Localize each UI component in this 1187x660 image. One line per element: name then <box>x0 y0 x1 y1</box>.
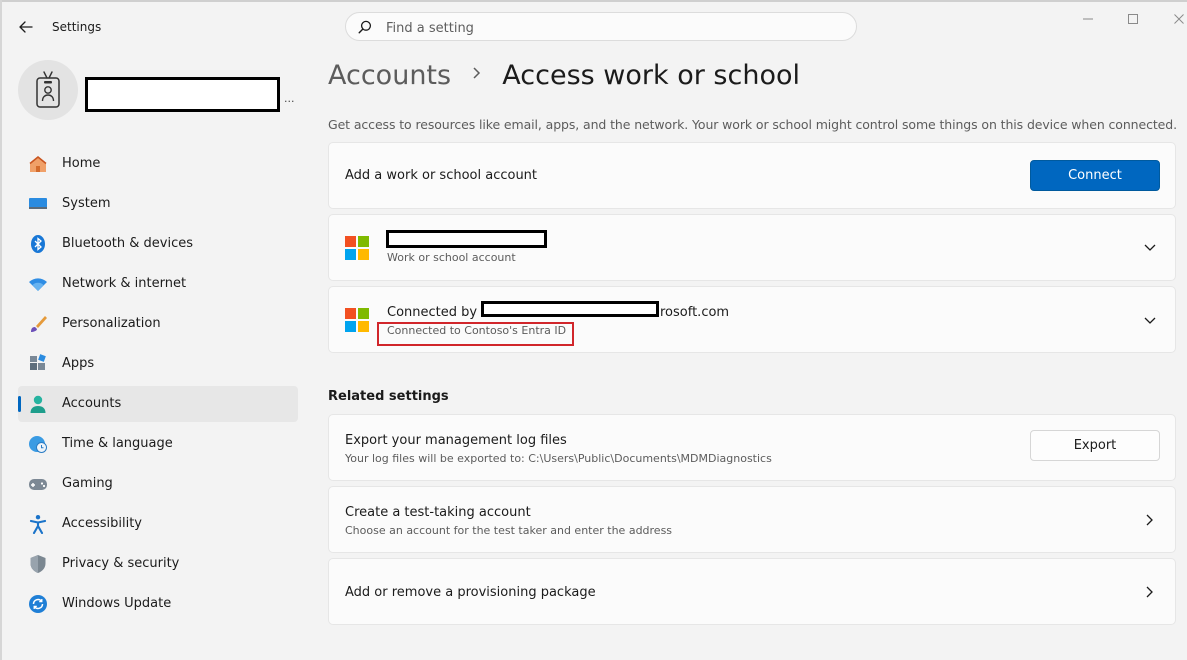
minimize-button[interactable] <box>1073 8 1103 30</box>
microsoft-logo-icon <box>345 308 369 332</box>
chevron-down-icon[interactable] <box>1143 241 1157 255</box>
title-bar: Settings <box>0 0 1187 52</box>
bluetooth-icon <box>28 234 48 254</box>
add-account-label: Add a work or school account <box>345 168 538 183</box>
export-button[interactable]: Export <box>1030 430 1160 461</box>
sidebar-item-home[interactable]: Home <box>18 146 298 182</box>
connect-button[interactable]: Connect <box>1030 160 1160 191</box>
globe-clock-icon <box>28 434 48 454</box>
sidebar-item-label: Personalization <box>62 316 161 331</box>
sidebar-item-label: Home <box>62 156 101 171</box>
sidebar-item-system[interactable]: System <box>18 186 298 222</box>
chevron-right-icon <box>472 64 482 85</box>
sidebar-item-windows-update[interactable]: Windows Update <box>18 586 298 622</box>
page-title: Access work or school <box>502 60 800 91</box>
redacted-user-name <box>85 77 280 112</box>
page-description: Get access to resources like email, apps… <box>328 117 1177 132</box>
export-logs-card: Export your management log files Your lo… <box>328 414 1176 481</box>
test-account-title: Create a test-taking account <box>345 505 531 520</box>
account-subtitle: Work or school account <box>387 251 516 264</box>
apps-icon <box>28 354 48 374</box>
sidebar-item-label: Bluetooth & devices <box>62 236 193 251</box>
search-icon <box>358 20 372 34</box>
account-title-suffix: rosoft.com <box>660 305 730 320</box>
id-badge-icon <box>36 71 60 108</box>
sidebar-nav: Home System Bluetooth & devices Network … <box>18 146 298 626</box>
sidebar-item-accessibility[interactable]: Accessibility <box>18 506 298 542</box>
account-card[interactable]: Work or school account <box>328 214 1176 281</box>
breadcrumb-parent[interactable]: Accounts <box>328 60 451 91</box>
back-button[interactable] <box>14 16 38 38</box>
sidebar-item-label: Accounts <box>62 396 122 411</box>
sidebar-item-personalization[interactable]: Personalization <box>18 306 298 342</box>
sidebar-item-network[interactable]: Network & internet <box>18 266 298 302</box>
back-arrow-icon <box>19 21 33 33</box>
system-icon <box>28 194 48 214</box>
sidebar-item-accounts[interactable]: Accounts <box>18 386 298 422</box>
highlight-annotation-box <box>377 322 574 346</box>
chevron-right-icon[interactable] <box>1143 513 1157 527</box>
sidebar-item-apps[interactable]: Apps <box>18 346 298 382</box>
user-name-ellipsis: ... <box>284 92 295 105</box>
sidebar-item-label: Network & internet <box>62 276 187 291</box>
sidebar-item-label: Windows Update <box>62 596 172 611</box>
sidebar-item-label: System <box>62 196 111 211</box>
close-button[interactable] <box>1164 8 1187 30</box>
home-icon <box>28 154 48 174</box>
sidebar-item-label: Time & language <box>62 436 173 451</box>
redacted-account-name <box>386 230 547 248</box>
sidebar-item-label: Accessibility <box>62 516 142 531</box>
update-icon <box>28 594 48 614</box>
shield-icon <box>28 554 48 574</box>
accounts-icon <box>28 394 48 414</box>
sidebar-item-time-language[interactable]: Time & language <box>18 426 298 462</box>
sidebar-item-label: Gaming <box>62 476 113 491</box>
search-input[interactable] <box>384 16 828 40</box>
redacted-account-email <box>481 301 659 317</box>
microsoft-logo-icon <box>345 236 369 260</box>
app-title: Settings <box>52 20 102 34</box>
provisioning-card[interactable]: Add or remove a provisioning package <box>328 558 1176 625</box>
maximize-button[interactable] <box>1118 8 1148 30</box>
export-logs-title: Export your management log files <box>345 433 567 448</box>
sidebar-item-label: Apps <box>62 356 95 371</box>
avatar[interactable] <box>18 60 78 120</box>
sidebar-item-bluetooth[interactable]: Bluetooth & devices <box>18 226 298 262</box>
gamepad-icon <box>28 474 48 494</box>
sidebar-item-label: Privacy & security <box>62 556 180 571</box>
breadcrumb: Accounts Access work or school <box>328 60 800 91</box>
close-icon <box>1174 14 1184 24</box>
chevron-down-icon[interactable] <box>1143 314 1157 328</box>
add-account-card: Add a work or school account Connect <box>328 142 1176 209</box>
minimize-icon <box>1083 18 1093 20</box>
test-account-card[interactable]: Create a test-taking account Choose an a… <box>328 486 1176 553</box>
sidebar-item-privacy[interactable]: Privacy & security <box>18 546 298 582</box>
test-account-subtitle: Choose an account for the test taker and… <box>345 524 673 537</box>
search-box[interactable] <box>345 12 857 41</box>
account-card[interactable]: Connected by L rosoft.com Connected to C… <box>328 286 1176 353</box>
sidebar-item-gaming[interactable]: Gaming <box>18 466 298 502</box>
accessibility-icon <box>28 514 48 534</box>
chevron-right-icon[interactable] <box>1143 585 1157 599</box>
brush-icon <box>28 314 48 334</box>
account-title-prefix: Connected by L <box>387 305 489 320</box>
window-left-border <box>0 0 2 660</box>
export-logs-subtitle: Your log files will be exported to: C:\U… <box>345 452 772 465</box>
wifi-icon <box>28 274 48 294</box>
maximize-icon <box>1128 14 1138 24</box>
related-settings-heading: Related settings <box>328 389 449 404</box>
provisioning-title: Add or remove a provisioning package <box>345 585 596 600</box>
